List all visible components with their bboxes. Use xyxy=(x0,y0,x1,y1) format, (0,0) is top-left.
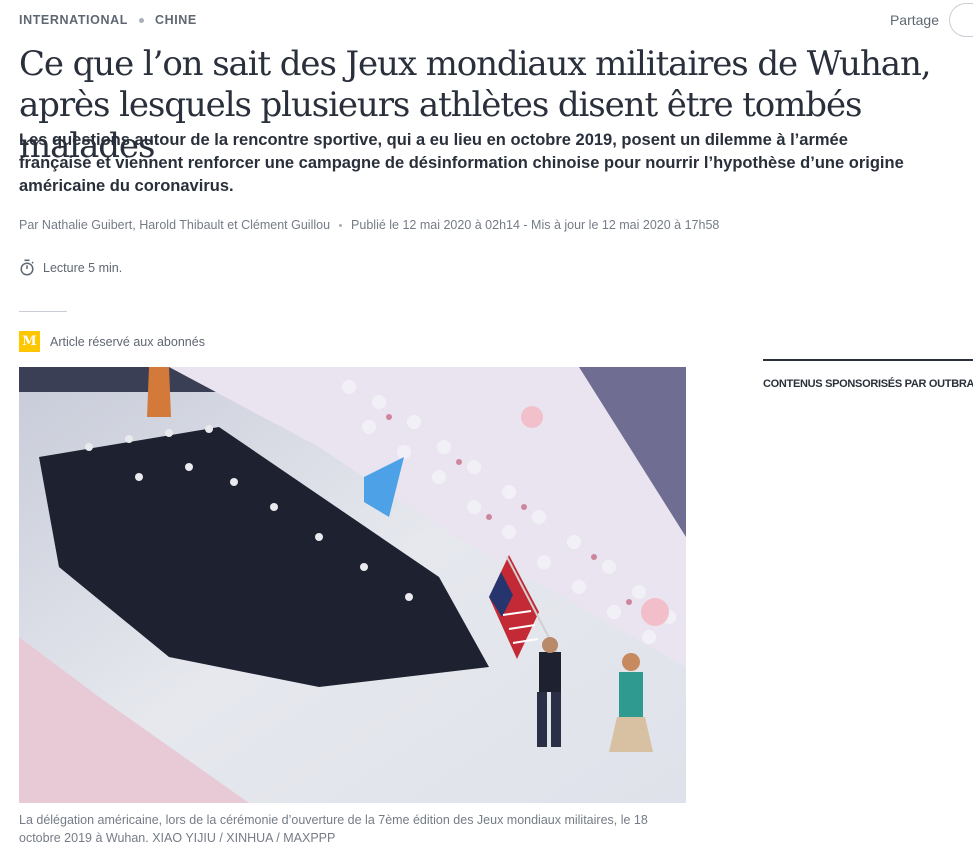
meta-separator xyxy=(339,223,343,227)
premium-badge: M Article réservé aux abonnés xyxy=(19,331,205,352)
share-icon[interactable] xyxy=(949,3,973,37)
sponsored-label: CONTENUS SPONSORISÉS PAR xyxy=(763,378,927,390)
premium-label: Article réservé aux abonnés xyxy=(50,334,205,349)
article-page: INTERNATIONAL CHINE Partage Ce que l’on … xyxy=(0,0,973,859)
breadcrumb: INTERNATIONAL CHINE xyxy=(19,11,197,29)
article-photo[interactable] xyxy=(19,367,686,803)
article-meta: Par Nathalie Guibert, Harold Thibault et… xyxy=(19,218,719,232)
breadcrumb-separator xyxy=(138,17,144,23)
outbrain-link[interactable]: OUTBRAIN xyxy=(929,378,973,390)
share-button[interactable]: Partage xyxy=(890,3,973,37)
parade-photo-illustration xyxy=(19,367,686,803)
breadcrumb-international[interactable]: INTERNATIONAL xyxy=(19,13,128,27)
sponsored-content-header: CONTENUS SPONSORISÉS PAR OUTBRAIN | xyxy=(763,359,973,390)
photo-caption: La délégation américaine, lors de la cér… xyxy=(19,813,648,845)
stopwatch-icon xyxy=(20,259,34,276)
le-monde-logo-icon: M xyxy=(19,331,40,352)
breadcrumb-chine[interactable]: CHINE xyxy=(155,13,197,27)
article-authors[interactable]: Par Nathalie Guibert, Harold Thibault et… xyxy=(19,218,330,232)
article-dates: Publié le 12 mai 2020 à 02h14 - Mis à jo… xyxy=(351,218,720,232)
divider xyxy=(19,311,67,312)
share-label: Partage xyxy=(889,12,939,28)
reading-time: Lecture 5 min. xyxy=(19,259,122,276)
reading-time-label: Lecture 5 min. xyxy=(43,260,123,275)
article-description: Les questions autour de la rencontre spo… xyxy=(19,131,904,195)
